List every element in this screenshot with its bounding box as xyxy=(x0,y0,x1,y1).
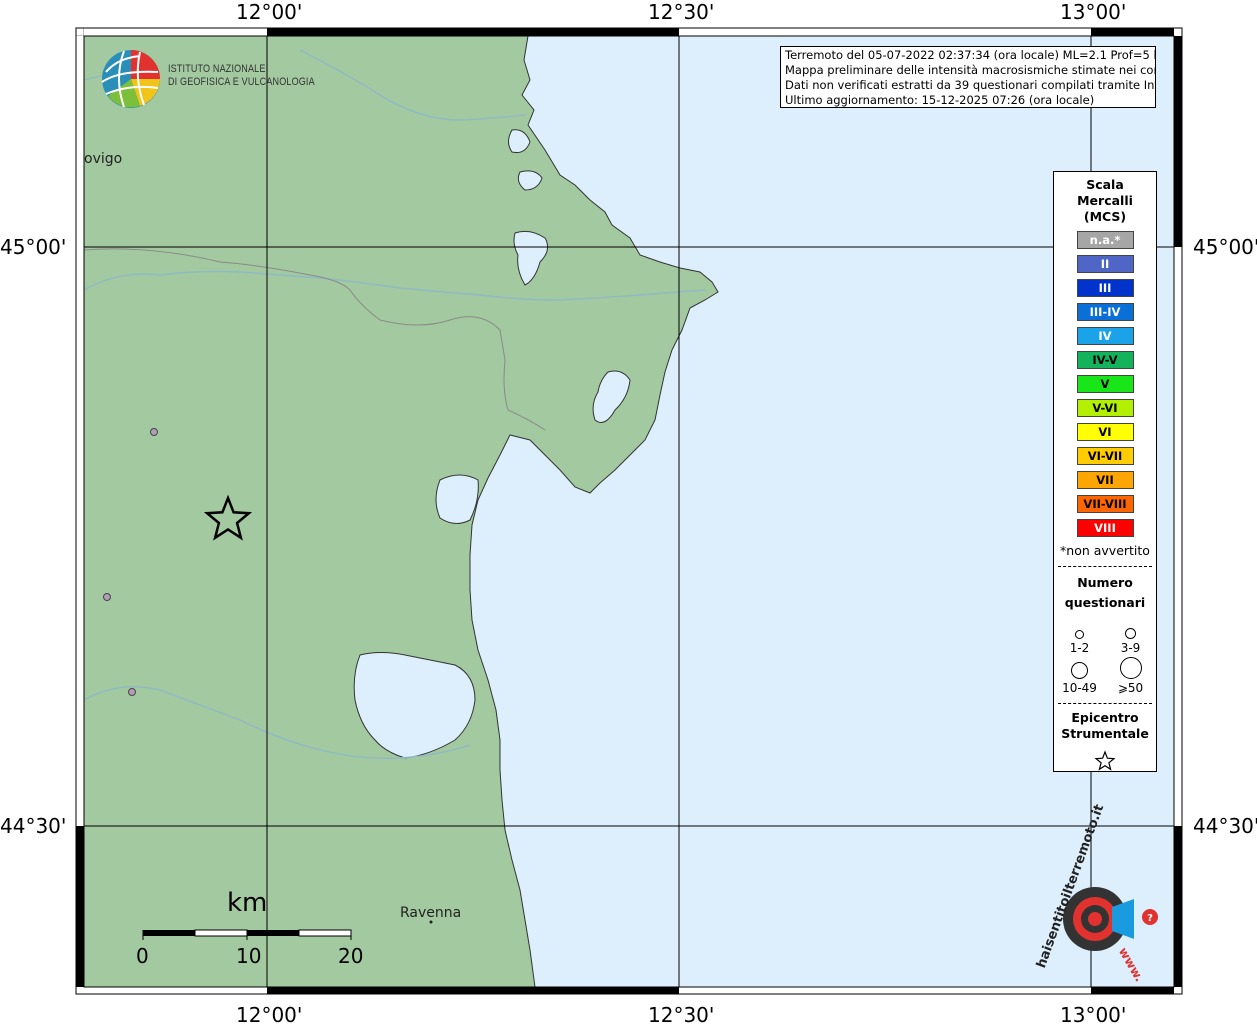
scale-bar-graphic xyxy=(142,929,352,940)
left-tick-label: 45°00' xyxy=(0,235,67,259)
small-circle-icon xyxy=(1125,628,1136,639)
count-label: ⩾50 xyxy=(1117,681,1144,695)
place-ravenna: Ravenna xyxy=(400,905,462,921)
intensity-swatch: VII xyxy=(1076,471,1134,489)
epicenter-title: Epicentro xyxy=(1071,710,1139,725)
earthquake-info-box: Terremoto del 05-07-2022 02:37:34 (ora l… xyxy=(780,46,1156,108)
scale-tick: 0 xyxy=(136,944,149,968)
count-class: ⩾50 xyxy=(1105,657,1156,695)
not-felt-note: *non avvertito xyxy=(1060,543,1150,558)
left-tick-label: 44°30' xyxy=(0,814,67,838)
large-circle-icon xyxy=(1119,657,1142,679)
mcs-legend: Scala Mercalli (MCS) n.a.* II III III-IV IV I… xyxy=(1053,171,1157,772)
intensity-swatch: IV xyxy=(1076,327,1134,345)
svg-text:?: ? xyxy=(1147,913,1153,924)
epicenter-title: Strumentale xyxy=(1061,726,1149,741)
legend-divider xyxy=(1058,703,1152,704)
ingv-globe-icon xyxy=(101,50,160,108)
top-tick-label: 12°00' xyxy=(236,0,303,24)
intensity-classes: n.a.* II III III-IV IV IV-V V V-VI VI VI-VII VII VI… xyxy=(1054,231,1156,537)
right-tick-label: 44°30' xyxy=(1193,814,1257,838)
count-label: 3-9 xyxy=(1120,641,1141,655)
intensity-swatch: V xyxy=(1076,375,1134,393)
intensity-swatch: IV-V xyxy=(1076,351,1134,369)
count-title: questionari xyxy=(1064,595,1146,610)
scale-unit: km xyxy=(227,888,268,918)
observation-point xyxy=(103,593,111,601)
count-class: 1-2 xyxy=(1054,617,1105,655)
intensity-swatch: III-IV xyxy=(1076,303,1134,321)
count-classes: 1-2 3-9 10-49 ⩾50 xyxy=(1054,617,1156,695)
intensity-swatch: VI-VII xyxy=(1076,447,1134,465)
legend-title: Mercalli xyxy=(1077,193,1133,208)
info-line: Mappa preliminare delle intensità macros… xyxy=(785,63,1156,77)
ingv-name-line1: ISTITUTO NAZIONALE xyxy=(168,63,266,75)
observation-point xyxy=(150,428,158,436)
count-label: 10-49 xyxy=(1062,681,1097,695)
top-tick-label: 12°30' xyxy=(648,0,715,24)
haisentito-logo: ? haisentitoilterremoto.it www. xyxy=(1030,802,1170,985)
scale-tick: 20 xyxy=(338,944,364,968)
count-label: 1-2 xyxy=(1069,641,1090,655)
legend-title: Scala xyxy=(1086,177,1124,192)
scale-bar: km 0 10 20 xyxy=(130,888,370,978)
intensity-swatch: V-VI xyxy=(1076,399,1134,417)
intensity-swatch: VII-VIII xyxy=(1076,495,1134,513)
intensity-swatch: III xyxy=(1076,279,1134,297)
right-tick-label: 45°00' xyxy=(1193,235,1257,259)
bottom-tick-label: 13°00' xyxy=(1060,1003,1127,1027)
intensity-swatch: VI xyxy=(1076,423,1134,441)
info-line: Terremoto del 05-07-2022 02:37:34 (ora l… xyxy=(785,48,1156,62)
legend-title: (MCS) xyxy=(1083,209,1127,224)
bottom-tick-label: 12°00' xyxy=(236,1003,303,1027)
ingv-name-line2: DI GEOFISICA E VULCANOLOGIA xyxy=(168,76,315,88)
small-circle-icon xyxy=(1075,630,1084,639)
info-line: Ultimo aggiornamento: 15-12-2025 07:26 (… xyxy=(785,93,1095,107)
place-rovigo: ovigo xyxy=(84,151,123,167)
count-class: 3-9 xyxy=(1105,617,1156,655)
top-tick-label: 13°00' xyxy=(1060,0,1127,24)
intensity-swatch: II xyxy=(1076,255,1134,273)
epicenter-legend-star-icon xyxy=(1094,750,1116,771)
intensity-swatch: VIII xyxy=(1076,519,1134,537)
scale-tick: 10 xyxy=(236,944,262,968)
count-class: 10-49 xyxy=(1054,657,1105,695)
legend-divider xyxy=(1058,566,1152,567)
ingv-name: ISTITUTO NAZIONALE DI GEOFISICA E VULCAN… xyxy=(168,63,315,89)
bottom-tick-label: 12°30' xyxy=(648,1003,715,1027)
count-title: Numero xyxy=(1077,575,1133,590)
intensity-swatch: n.a.* xyxy=(1076,231,1134,249)
info-line: Dati non verificati estratti da 39 quest… xyxy=(785,78,1156,92)
observation-point xyxy=(128,688,136,696)
medium-circle-icon xyxy=(1071,662,1088,679)
